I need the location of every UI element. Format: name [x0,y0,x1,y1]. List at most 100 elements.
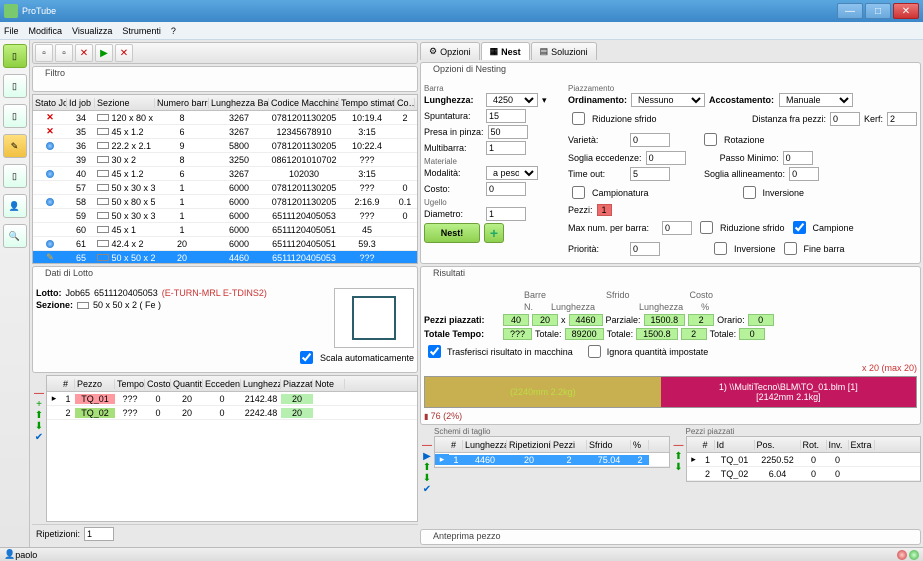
maxnum-input[interactable] [662,221,692,235]
tab-opzioni[interactable]: ⚙Opzioni [420,42,480,60]
side-btn-2[interactable]: ▯ [3,74,27,98]
accostamento-select[interactable]: Manuale [779,93,853,107]
window-title: ProTube [22,6,56,16]
nest-button[interactable]: Nest! [424,223,480,243]
multibarra-input[interactable] [486,141,526,155]
rotazione-check[interactable] [704,133,717,146]
lunghezza-select[interactable]: 4250 [486,93,538,107]
scala-auto-check[interactable] [300,351,313,364]
diametro-input[interactable] [486,207,526,221]
gear-icon: ⚙ [429,46,437,57]
close-button[interactable]: ✕ [893,3,919,19]
remove-icon[interactable]: — [34,389,44,399]
pz-up-icon[interactable]: ⬆ [674,452,682,462]
side-btn-6[interactable]: 👤 [3,194,27,218]
job-row[interactable]: 58 50 x 80 x 51600007812011302052:16.90.… [33,195,417,209]
app-icon [4,4,18,18]
ripetizioni-input[interactable] [84,527,114,541]
piaz-row[interactable]: 2TQ_026.0400 [687,467,921,481]
menu-modifica[interactable]: Modifica [29,26,63,36]
trasf-check[interactable] [428,345,441,358]
job-row[interactable]: 36 22.2 x 2.195800078120113020510:22.4 [33,139,417,153]
pz-down-icon[interactable]: ⬇ [674,463,682,473]
job-row[interactable]: 40 45 x 1.2632671020303:15 [33,167,417,181]
sch-ok-icon[interactable]: ✔ [423,485,431,495]
job-row[interactable]: 39 30 x 2832500861201010702??? [33,153,417,167]
spuntatura-input[interactable] [486,109,526,123]
jobs-grid[interactable]: Stato Job Id job Sezione Numero barre Lu… [32,94,418,264]
ok-icon[interactable]: ✔ [35,433,43,443]
sall-input[interactable] [789,167,819,181]
tool-open[interactable]: ▫ [55,44,73,62]
pezzo-row[interactable]: 2TQ_02 ???0 200 2242.4820 [47,406,417,420]
nest-add-button[interactable]: + [484,223,504,243]
side-btn-1[interactable]: ▯ [3,44,27,68]
jobs-toolbar: ▫ ▫ ✕ ▶ ✕ [32,42,418,64]
up-icon[interactable]: ⬆ [35,411,43,421]
tab-nest[interactable]: ▦Nest [481,42,530,60]
rid2-check[interactable] [700,221,713,234]
sch-sel-icon[interactable]: ▶ [423,452,431,462]
costo-input[interactable] [486,182,526,196]
ordinamento-select[interactable]: Nessuno [631,93,705,107]
tool-new[interactable]: ▫ [35,44,53,62]
side-btn-4[interactable]: ✎ [3,134,27,158]
pezzi-count: 1 [597,204,612,216]
piaz-row[interactable]: ▸1TQ_012250.5200 [687,453,921,467]
risultati-panel: Risultati BarreSfridoCosto N.LunghezzaLu… [420,266,921,425]
modalita-select[interactable]: a peso [486,166,538,180]
tool-run[interactable]: ▶ [95,44,113,62]
ignora-check[interactable] [588,345,601,358]
pezzo-row[interactable]: ▸1TQ_01 ???0 200 2142.4820 [47,392,417,406]
anteprima-panel[interactable]: Anteprima pezzo [420,529,921,545]
side-btn-5[interactable]: ▯ [3,164,27,188]
pinza-input[interactable] [488,125,528,139]
job-row[interactable]: 61 42.4 x 2206000651112040505159.3 [33,237,417,251]
sol-icon: ▤ [540,46,549,57]
pz-remove-icon[interactable]: — [674,441,684,451]
tool-x[interactable]: ✕ [115,44,133,62]
minimize-button[interactable]: — [837,3,863,19]
menu-file[interactable]: File [4,26,19,36]
prio-input[interactable] [630,242,660,256]
menu-help[interactable]: ? [171,26,176,36]
pezzi-grid[interactable]: #Pezzo TempoCosto QuantitàEccedenza Lung… [46,375,418,522]
soglia-input[interactable] [646,151,686,165]
schema-row[interactable]: ▸1446020275.042 [435,453,669,467]
down-icon[interactable]: ⬇ [35,422,43,432]
job-row[interactable]: ✕35 45 x 1.263267123456789103:15 [33,125,417,139]
piazzati-grid[interactable]: #IdPos.Rot.Inv.Extra ▸1TQ_012250.5200 2T… [686,436,922,482]
sch-up-icon[interactable]: ⬆ [423,463,431,473]
inv-check[interactable] [743,186,756,199]
bar-visualization: (2240mm 2.2kg) 1) \\MultiTecno\BLM\TO_01… [424,376,917,408]
timeout-input[interactable] [630,167,670,181]
distanza-input[interactable] [830,112,860,126]
job-row[interactable]: ✕34 120 x 80 x 583267078120113020510:19.… [33,111,417,125]
tab-soluzioni[interactable]: ▤Soluzioni [531,42,597,60]
job-row[interactable]: ✎65 50 x 50 x 22044606511120405053??? [33,251,417,264]
sch-remove-icon[interactable]: — [422,441,432,451]
status-led-green [909,550,919,560]
inv2-check[interactable] [714,242,727,255]
menu-strumenti[interactable]: Strumenti [122,26,161,36]
add-icon[interactable]: + [36,400,42,410]
maximize-button[interactable]: □ [865,3,891,19]
job-row[interactable]: 57 50 x 30 x 3160000781201130205???0 [33,181,417,195]
schemi-grid[interactable]: #LunghezzaRipetizioniPezziSfrido% ▸14460… [434,436,670,468]
job-row[interactable]: 59 50 x 30 x 3160006511120405053???0 [33,209,417,223]
status-led-red [897,550,907,560]
tool-del[interactable]: ✕ [75,44,93,62]
filter-group: Filtro [32,66,418,92]
menu-visualizza[interactable]: Visualizza [72,26,112,36]
riduzione-check[interactable] [572,112,585,125]
camp2-check[interactable] [793,221,806,234]
sch-down-icon[interactable]: ⬇ [423,474,431,484]
passo-input[interactable] [783,151,813,165]
camp-check[interactable] [572,186,585,199]
varieta-input[interactable] [630,133,670,147]
job-row[interactable]: 60 45 x 116000651112040505145 [33,223,417,237]
kerf-input[interactable] [887,112,917,126]
side-btn-3[interactable]: ▯ [3,104,27,128]
fineb-check[interactable] [784,242,797,255]
side-btn-7[interactable]: 🔍 [3,224,27,248]
